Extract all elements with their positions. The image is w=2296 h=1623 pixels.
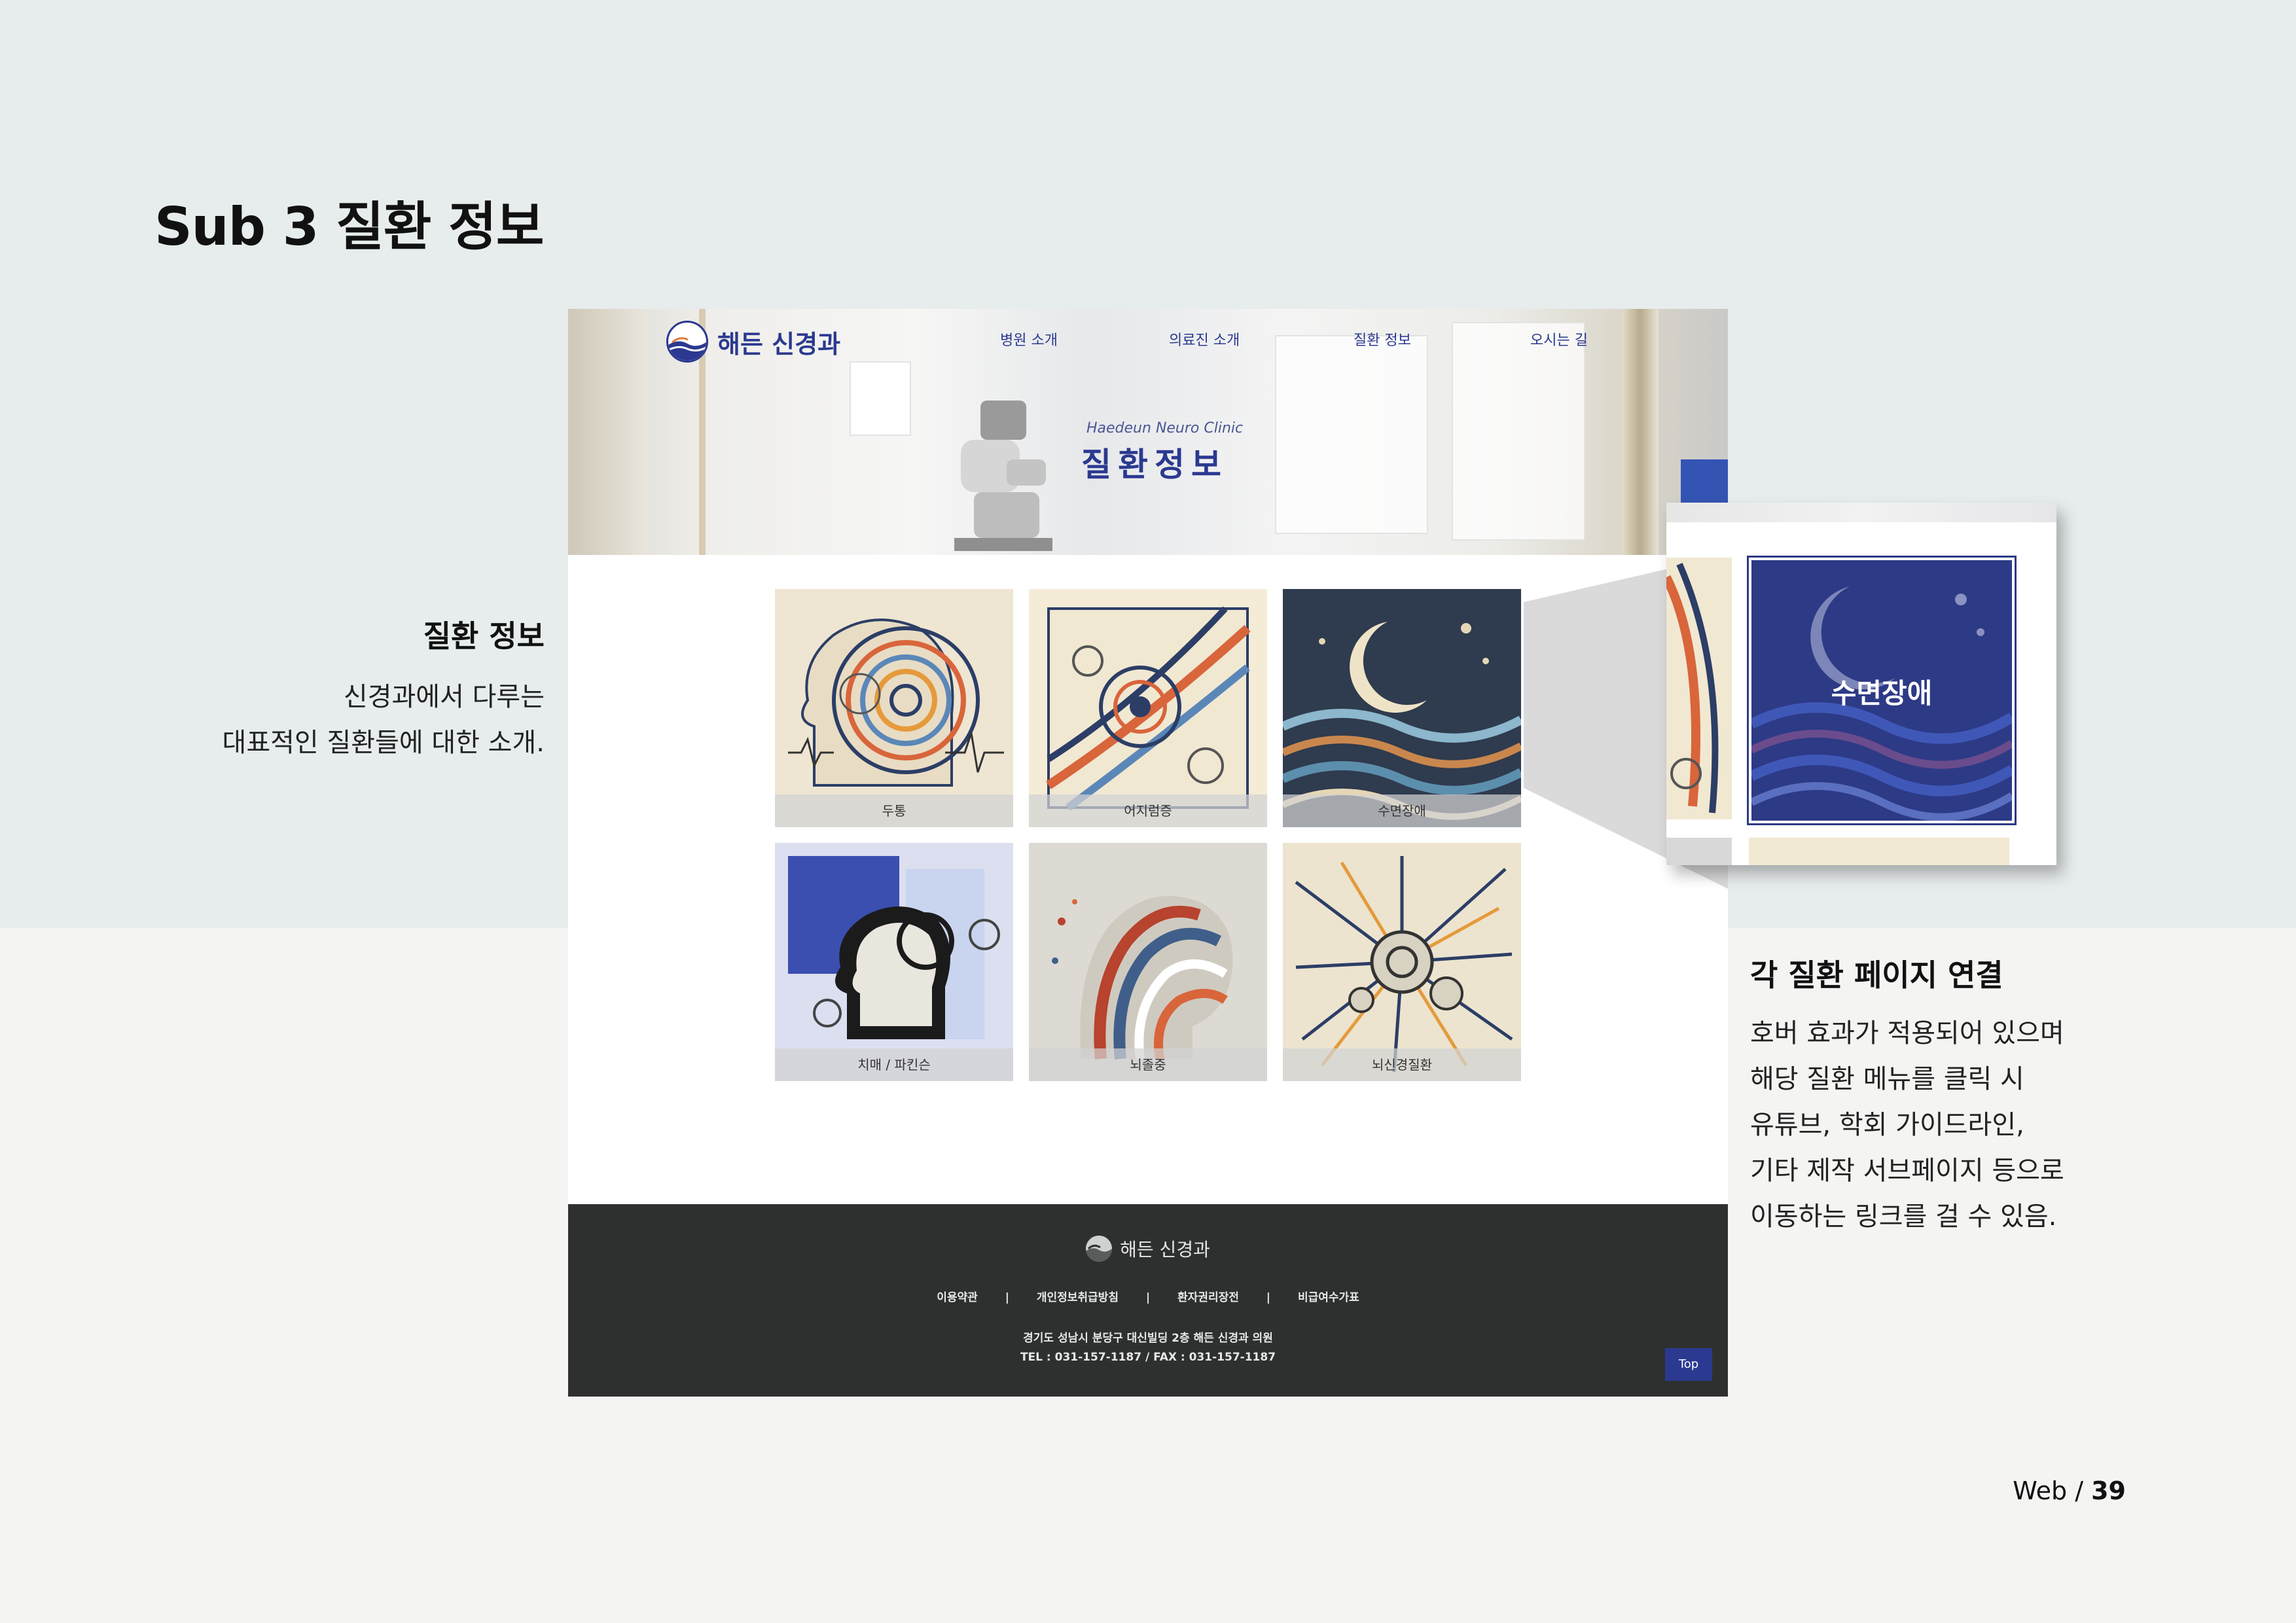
hero-subtitle: Haedeun Neuro Clinic xyxy=(1086,420,1244,437)
disease-card-label: 수면장애 xyxy=(1283,794,1521,827)
callout-adjacent-card xyxy=(1666,558,1732,819)
callout-hero-strip xyxy=(1666,503,2056,522)
disease-card-sleep-disorder[interactable]: 수면장애 xyxy=(1283,589,1521,827)
wave-logo-icon xyxy=(666,321,708,363)
footer-link-privacy[interactable]: 개인정보취급방침 xyxy=(1037,1291,1119,1304)
disease-card-label: 뇌신경질환 xyxy=(1283,1048,1521,1081)
footer-link-patient-rights[interactable]: 환자권리장전 xyxy=(1177,1291,1239,1304)
right-annotation-title: 각 질환 페이지 연결 xyxy=(1750,957,2003,993)
hero-pillar xyxy=(1622,309,1659,555)
left-annotation-line: 신경과에서 다루는 xyxy=(343,682,545,712)
right-annotation-line: 해당 질환 메뉴를 클릭 시 xyxy=(1750,1064,2024,1094)
footer-separator: | xyxy=(1145,1291,1151,1304)
page-number-value: 39 xyxy=(2091,1476,2126,1505)
footer-link-terms[interactable]: 이용약관 xyxy=(937,1291,978,1304)
left-annotation-line: 대표적인 질환들에 대한 소개. xyxy=(222,728,545,758)
slide-heading: Sub 3 질환 정보 xyxy=(154,196,544,257)
website-mockup: 해든 신경과 병원 소개 의료진 소개 질환 정보 오시는 길 Haedeun … xyxy=(568,309,1728,1397)
nav-item-about[interactable]: 병원 소개 xyxy=(1000,329,1058,349)
hero-banner: 해든 신경과 병원 소개 의료진 소개 질환 정보 오시는 길 Haedeun … xyxy=(568,309,1728,555)
stroke-art-icon xyxy=(1052,896,1233,1060)
footer-link-fees[interactable]: 비급여수가표 xyxy=(1298,1291,1359,1304)
right-annotation-line: 유튜브, 학회 가이드라인, xyxy=(1750,1110,2024,1140)
wave-logo-icon xyxy=(1086,1236,1113,1262)
logo-text: 해든 신경과 xyxy=(717,329,841,359)
dementia-art-icon xyxy=(788,856,1000,1039)
scroll-top-button[interactable]: Top xyxy=(1665,1348,1712,1381)
hero-glass-panel xyxy=(1452,322,1585,541)
disease-card-headache[interactable]: 두통 xyxy=(775,589,1013,827)
disease-card-label: 치매 / 파킨슨 xyxy=(775,1048,1013,1081)
callout-sleep-card-hover[interactable]: 수면장애 xyxy=(1747,556,2017,825)
site-footer: 해든 신경과 이용약관 | 개인정보취급방침 | 환자권리장전 | 비급여수가표… xyxy=(568,1204,1728,1397)
right-annotation-line: 호버 효과가 적용되어 있으며 xyxy=(1750,1018,2064,1048)
nav-item-doctors[interactable]: 의료진 소개 xyxy=(1169,329,1240,349)
footer-logo-text: 해든 신경과 xyxy=(1120,1239,1210,1260)
disease-card-cranial-nerve[interactable]: 뇌신경질환 xyxy=(1283,843,1521,1081)
right-annotation-line: 기타 제작 서브페이지 등으로 xyxy=(1750,1156,2064,1186)
disease-card-label: 뇌졸중 xyxy=(1029,1048,1267,1081)
disease-card-label: 어지럼증 xyxy=(1029,794,1267,827)
left-annotation-title: 질환 정보 xyxy=(423,618,545,654)
site-logo[interactable]: 해든 신경과 xyxy=(666,321,840,363)
disease-card-stroke[interactable]: 뇌졸중 xyxy=(1029,843,1267,1081)
hero-glass-panel xyxy=(1275,335,1428,534)
page-number: Web / 39 xyxy=(2013,1476,2126,1505)
footer-logo[interactable]: 해든 신경과 xyxy=(568,1236,1728,1262)
left-annotation: 질환 정보 신경과에서 다루는 대표적인 질환들에 대한 소개. xyxy=(223,613,545,766)
footer-contact: TEL : 031-157-1187 / FAX : 031-157-1187 xyxy=(1020,1351,1276,1364)
footer-separator: | xyxy=(1005,1291,1009,1304)
headache-art-icon xyxy=(788,618,1004,787)
nav-item-directions[interactable]: 오시는 길 xyxy=(1530,329,1588,349)
disease-card-label: 두통 xyxy=(775,794,1013,827)
hero-wall xyxy=(568,309,647,555)
medical-chair-icon xyxy=(954,401,1052,551)
disease-card-dementia-parkinson[interactable]: 치매 / 파킨슨 xyxy=(775,843,1013,1081)
hover-zoom-callout: 수면장애 xyxy=(1666,503,2056,865)
footer-separator: | xyxy=(1266,1291,1271,1304)
right-annotation-line: 이동하는 링크를 걸 수 있음. xyxy=(1750,1202,2057,1232)
dizziness-art-icon xyxy=(1046,606,1251,811)
sleep-disorder-art-icon xyxy=(1283,622,1521,820)
hero-light-panel xyxy=(850,361,911,436)
page-label: Web / xyxy=(2013,1476,2084,1505)
callout-next-row-card xyxy=(1666,838,1732,865)
callout-label: 수면장애 xyxy=(1831,677,1933,709)
right-annotation: 각 질환 페이지 연결 호버 효과가 적용되어 있으며 해당 질환 메뉴를 클릭… xyxy=(1750,952,2064,1240)
nav-item-diseases[interactable]: 질환 정보 xyxy=(1354,329,1411,349)
footer-address: 경기도 성남시 분당구 대신빌딩 2층 해든 신경과 의원 xyxy=(1023,1332,1273,1345)
disease-card-dizziness[interactable]: 어지럼증 xyxy=(1029,589,1267,827)
hero-title: 질환정보 xyxy=(1081,446,1228,484)
footer-links: 이용약관 | 개인정보취급방침 | 환자권리장전 | 비급여수가표 xyxy=(568,1288,1728,1304)
callout-next-row-card xyxy=(1749,838,2009,865)
nerve-art-icon xyxy=(1295,856,1513,1073)
